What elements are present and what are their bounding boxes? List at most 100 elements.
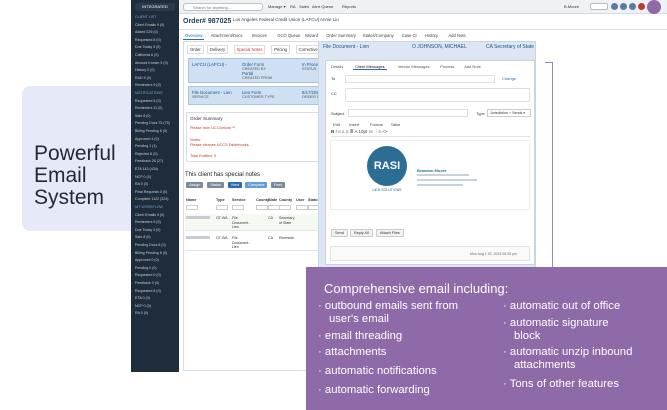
- nav-ra[interactable]: RA: [290, 4, 296, 9]
- sidebar-item[interactable]: Final Requests 0 (0): [135, 190, 177, 194]
- tab-states-company[interactable]: States/Company: [361, 32, 396, 39]
- reply-all-button[interactable]: Reply All: [350, 229, 373, 237]
- sidebar-item[interactable]: Billing Pending 8 (0): [135, 129, 177, 133]
- tab-add-note[interactable]: Add Note: [446, 32, 467, 39]
- code-icon[interactable]: <>: [382, 129, 387, 134]
- sidebar-item[interactable]: Rejected 8 (0): [135, 152, 177, 156]
- tab-wizard[interactable]: Wizard: [303, 32, 320, 39]
- table-filter[interactable]: [296, 205, 308, 210]
- sidebar-item[interactable]: Requested 8 (0): [135, 289, 177, 293]
- sidebar-item[interactable]: Feedback 26 (27): [135, 159, 177, 163]
- action-status-button[interactable]: Status: [207, 182, 224, 188]
- sidebar-item[interactable]: RAD 5 (0): [135, 76, 177, 80]
- table-header-county[interactable]: County: [279, 198, 292, 202]
- table-header-type[interactable]: Type: [216, 198, 225, 202]
- tab-history[interactable]: History: [423, 32, 440, 39]
- email-tab-add-note[interactable]: Add Note: [462, 64, 483, 69]
- order-client[interactable]: Los Angeles Federal Credit Union (LAFCU): [233, 17, 319, 22]
- nav-manage[interactable]: Manage ▾: [268, 4, 286, 9]
- attach-files-button[interactable]: Attach Files: [376, 229, 404, 237]
- sidebar-item[interactable]: California 6 (0): [135, 53, 177, 57]
- table-header-service[interactable]: Service: [232, 198, 246, 202]
- email-tab-process[interactable]: Process: [438, 64, 456, 69]
- sidebar-item[interactable]: Added 229 (0): [135, 30, 177, 34]
- sidebar-item[interactable]: Pending Docs 8 (0): [135, 243, 177, 247]
- editor-menu-insert[interactable]: Insert: [349, 122, 359, 127]
- subtab-special-notes[interactable]: Special Notes: [233, 45, 266, 54]
- email-tab-details[interactable]: Details: [329, 64, 345, 69]
- sidebar-item[interactable]: Pending 1 (1): [135, 144, 177, 148]
- email-panel-state[interactable]: CA Secretary of State: [486, 44, 534, 50]
- sidebar-item[interactable]: NCP 0 (0): [135, 304, 177, 308]
- sidebar-item[interactable]: Requested 8 (0): [135, 38, 177, 42]
- sidebar-item[interactable]: RA 0 (0): [135, 182, 177, 186]
- sidebar-item[interactable]: Reminders 9 (0): [135, 83, 177, 87]
- change-link[interactable]: Change: [502, 76, 516, 81]
- nav-sales[interactable]: Sales: [299, 4, 309, 9]
- sidebar-item[interactable]: Complete 1122 (324): [135, 197, 177, 201]
- sidebar-item[interactable]: Due Today 3 (0): [135, 45, 177, 49]
- sidebar-item[interactable]: Sale 8 (0): [135, 235, 177, 239]
- notification-icon[interactable]: [638, 3, 645, 10]
- action-assign-button[interactable]: Assign: [186, 182, 204, 188]
- sidebar-item[interactable]: RA 0 (0): [135, 311, 177, 315]
- font-size-select[interactable]: 10pt: [359, 129, 369, 134]
- sidebar-item[interactable]: History 0 (0): [135, 68, 177, 72]
- number-list-icon[interactable]: ⋮≡: [374, 129, 382, 134]
- to-field[interactable]: [345, 75, 495, 83]
- sidebar-item[interactable]: Pending Docs 75 (75): [135, 121, 177, 125]
- sidebar-item[interactable]: Approved 4 (0): [135, 137, 177, 141]
- search-input[interactable]: Search for anything...: [183, 3, 263, 11]
- subtab-delivery[interactable]: Delivery: [207, 45, 229, 54]
- sidebar-item[interactable]: NCP 0 (0): [135, 175, 177, 179]
- sidebar-item[interactable]: Pending 0 (0): [135, 266, 177, 270]
- user-name[interactable]: B.Moore: [564, 4, 579, 9]
- tab-invoices[interactable]: Invoices: [250, 32, 269, 39]
- phone-icon[interactable]: [611, 3, 618, 10]
- table-filter[interactable]: [186, 205, 198, 210]
- tab-order-summary[interactable]: Order Summary: [324, 32, 358, 39]
- editor-toolbar[interactable]: B I ≡ ≡ ≡ ≣ A 10pt ⁝≡ ⋮≡ <>: [331, 129, 530, 137]
- sidebar-item[interactable]: Reminders 9 (0): [135, 220, 177, 224]
- tab-attachment-docs[interactable]: Attachment/Docs: [209, 32, 245, 39]
- cc-field[interactable]: [345, 88, 530, 102]
- editor-menu-edit[interactable]: Edit: [333, 122, 340, 127]
- subtab-order[interactable]: Order: [187, 45, 204, 54]
- tab-gco-queue[interactable]: GCO Queue: [275, 32, 302, 39]
- table-header-state[interactable]: State: [268, 198, 277, 202]
- table-filter[interactable]: [279, 205, 291, 210]
- nav-alert-queue[interactable]: Alert Queue: [312, 4, 333, 9]
- table-filter[interactable]: [216, 205, 228, 210]
- menu-icon[interactable]: [647, 0, 661, 14]
- subject-field[interactable]: [348, 109, 468, 117]
- sidebar-item[interactable]: Client Emails 9 (0): [135, 213, 177, 217]
- editor-menu-table[interactable]: Table: [391, 122, 401, 127]
- sidebar-item[interactable]: Reminders 11 (0): [135, 106, 177, 110]
- subtab-pricing[interactable]: Pricing: [271, 45, 290, 54]
- order-contact[interactable]: Annie Liu: [320, 17, 339, 22]
- sidebar-item[interactable]: Client Emails 9 (0): [135, 23, 177, 27]
- action-next-button[interactable]: Next: [228, 182, 243, 188]
- sidebar-item[interactable]: ETA 143 (434): [135, 167, 177, 171]
- sidebar-item[interactable]: ETA 0 (0): [135, 296, 177, 300]
- email-panel-client[interactable]: O JOHNSON, MICHAEL: [412, 44, 467, 50]
- email-tab-vendor-messages[interactable]: Vendor Messages: [396, 64, 432, 69]
- tab-overview[interactable]: Overview: [183, 32, 205, 40]
- sidebar-item[interactable]: Requested 0 (0): [135, 273, 177, 277]
- sidebar-item[interactable]: Due Today 3 (0): [135, 228, 177, 232]
- chat-icon[interactable]: [620, 3, 627, 10]
- user-select[interactable]: [590, 3, 608, 10]
- bold-icon[interactable]: B: [331, 129, 334, 134]
- table-header-user[interactable]: User: [296, 198, 304, 202]
- sidebar-item[interactable]: Feedback 0 (0): [135, 281, 177, 285]
- action-fees-button[interactable]: Fees: [270, 182, 286, 188]
- table-filter[interactable]: [232, 205, 244, 210]
- sidebar-item[interactable]: Amount Known 9 (0): [135, 61, 177, 65]
- table-filter[interactable]: [256, 205, 268, 210]
- send-button[interactable]: Send: [331, 229, 348, 237]
- action-complete-button[interactable]: Complete: [245, 182, 268, 188]
- sidebar-item[interactable]: Approved 0 (0): [135, 258, 177, 262]
- sidebar-item[interactable]: Billing Pending 8 (0): [135, 251, 177, 255]
- editor-menu-format[interactable]: Format: [370, 122, 383, 127]
- table-header-name[interactable]: Name: [186, 198, 196, 202]
